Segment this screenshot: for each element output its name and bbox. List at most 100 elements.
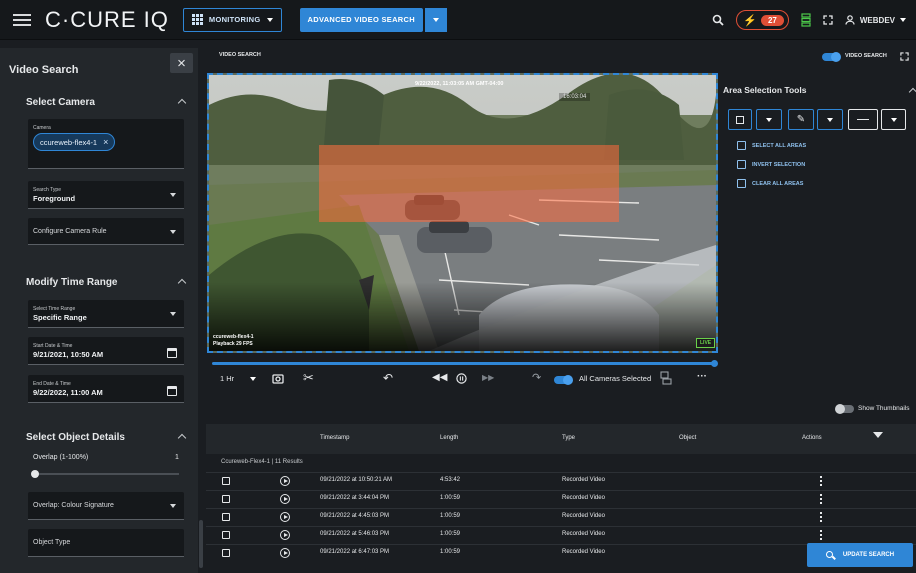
time-range-select[interactable]: Select Time Range Specific Range [28,300,184,328]
advanced-video-search-dropdown[interactable] [424,7,447,32]
row-type: Recorded Video [562,549,605,555]
filter-icon[interactable] [873,432,883,438]
overlap-type-label: Overlap: Colour Signature [33,502,114,509]
chevron-up-icon[interactable] [177,433,187,443]
line-width-button[interactable] [848,109,878,130]
start-datetime-field[interactable]: Start Date & Time 9/21/2021, 10:50 AM [28,337,184,365]
all-cameras-toggle[interactable] [554,375,573,385]
overlap-slider-track[interactable] [34,473,179,475]
remove-chip-icon[interactable]: × [103,137,108,147]
row-checkbox[interactable] [222,531,230,539]
close-icon: × [177,54,186,72]
rectangle-tool-dropdown[interactable] [756,109,782,130]
fullscreen-icon[interactable] [823,15,833,25]
row-timestamp: 09/21/2022 at 4:45:03 PM [320,513,390,519]
user-menu[interactable]: WEBDEV [845,15,906,25]
row-checkbox[interactable] [222,513,230,521]
playback-progress-bar[interactable] [212,362,715,365]
video-camera-info: ccureweb-flex4-1 Playback 29 FPS [213,334,254,348]
calendar-icon[interactable] [167,386,177,396]
camera-list-icon[interactable] [660,371,672,385]
rewind-icon[interactable]: ◀◀ [432,372,447,383]
play-icon[interactable] [280,494,290,504]
fullscreen-icon[interactable] [900,52,909,61]
camera-clock: 16:03:04 [559,93,591,101]
table-row[interactable]: 09/21/2022 at 3:44:04 PM 1:00:59 Recorde… [206,490,916,508]
row-checkbox[interactable] [222,477,230,485]
table-row[interactable]: 09/21/2022 at 4:45:03 PM 1:00:59 Recorde… [206,508,916,526]
column-header-timestamp[interactable]: Timestamp [320,435,349,441]
video-search-panel: Video Search × Select Camera Camera ccur… [0,48,198,573]
chevron-down-icon [766,117,772,122]
row-actions-icon[interactable] [820,530,822,540]
more-options-icon[interactable]: ··· [697,371,707,382]
brush-tool-dropdown[interactable] [817,109,843,130]
search-icon[interactable] [712,14,724,26]
fast-forward-icon[interactable]: ▶▶ [482,373,494,382]
time-range-dropdown-label: 1 Hr [220,374,235,383]
row-actions-icon[interactable] [820,476,822,486]
selected-area-overlay[interactable] [319,145,619,222]
column-header-object[interactable]: Object [679,435,696,441]
clip-scissors-icon[interactable]: ✂ [303,370,314,386]
table-row[interactable]: 09/21/2022 at 5:46:03 PM 1:00:59 Recorde… [206,526,916,544]
video-search-toggle[interactable] [822,52,841,62]
play-icon[interactable] [280,530,290,540]
table-row[interactable]: 09/21/2022 at 10:50:21 AM 4:53:42 Record… [206,472,916,490]
camera-field[interactable]: Camera ccureweb-flex4-1 × [28,119,184,169]
alerts-pill[interactable]: ⚡ 27 [736,10,789,30]
video-player[interactable]: 9/22/2022, 11:03:05 AM GMT-04:00 16:03:0… [207,73,718,353]
show-thumbnails-toggle[interactable] [835,404,854,414]
clear-all-areas-link[interactable]: CLEAR ALL AREAS [737,179,803,188]
invert-selection-link[interactable]: INVERT SELECTION [737,160,805,169]
chevron-up-icon[interactable] [177,278,187,288]
time-range-value: Specific Range [33,313,87,322]
brush-tool-button[interactable]: ✎ [788,109,814,130]
rectangle-tool-button[interactable] [728,109,752,130]
undo-icon[interactable]: ↶ [383,371,393,385]
live-badge[interactable]: LIVE [696,338,716,348]
bolt-icon: ⚡ [743,14,757,27]
calendar-icon[interactable] [167,348,177,358]
time-range-dropdown[interactable]: 1 Hr [220,374,234,383]
playback-progress-handle[interactable] [711,360,718,367]
row-checkbox[interactable] [222,495,230,503]
brand-logo: C·CURE IQ [45,6,169,32]
panel-scrollbar[interactable] [198,50,204,573]
select-all-areas-link[interactable]: SELECT ALL AREAS [737,141,806,150]
camera-label: Camera [33,125,51,131]
line-width-dropdown[interactable] [881,109,906,130]
update-search-button[interactable]: UPDATE SEARCH [807,543,913,567]
advanced-video-search-button[interactable]: ADVANCED VIDEO SEARCH [299,7,423,32]
chevron-down-icon[interactable] [250,377,256,381]
server-status-icon[interactable] [801,13,811,27]
panel-scrollbar-thumb[interactable] [199,520,203,568]
video-camera-name: ccureweb-flex4-1 [213,334,254,340]
camera-chip[interactable]: ccureweb-flex4-1 × [33,133,116,151]
row-actions-icon[interactable] [820,494,822,504]
video-search-toggle-label: VIDEO SEARCH [845,53,887,59]
snapshot-icon[interactable] [272,373,284,384]
chevron-up-icon[interactable] [177,98,187,108]
search-type-select[interactable]: Search Type Foreground [28,181,184,209]
overlap-type-select[interactable]: Overlap: Colour Signature [28,492,184,520]
end-datetime-field[interactable]: End Date & Time 9/22/2022, 11:00 AM [28,375,184,403]
time-range-label: Select Time Range [33,306,76,312]
close-panel-button[interactable]: × [170,53,193,73]
pause-icon[interactable] [456,373,467,384]
play-icon[interactable] [280,476,290,486]
play-icon[interactable] [280,548,290,558]
row-checkbox[interactable] [222,549,230,557]
monitoring-dropdown[interactable]: MONITORING [182,7,282,32]
object-type-select[interactable]: Object Type [28,529,184,557]
overlap-slider-handle[interactable] [31,470,39,478]
row-actions-icon[interactable] [820,512,822,522]
column-header-type[interactable]: Type [562,435,575,441]
column-header-length[interactable]: Length [440,435,458,441]
play-icon[interactable] [280,512,290,522]
configure-camera-rule-select[interactable]: Configure Camera Rule [28,218,184,245]
menu-icon[interactable] [13,13,31,26]
top-bar: C·CURE IQ MONITORING ADVANCED VIDEO SEAR… [0,0,916,40]
chevron-down-icon [827,117,833,122]
redo-icon[interactable]: ↷ [532,371,541,384]
